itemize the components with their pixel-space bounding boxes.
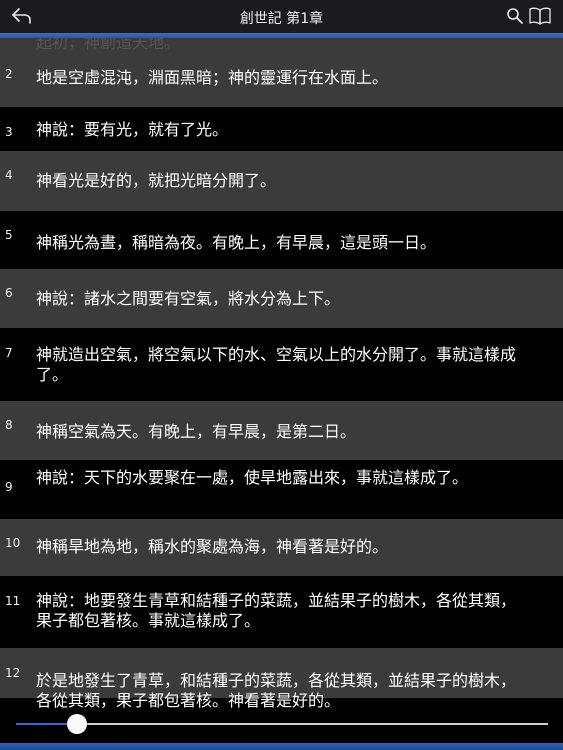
verse-number: 3 xyxy=(5,125,13,139)
chapter-title: 創世記 第1章 xyxy=(239,11,324,27)
slider-thumb[interactable] xyxy=(67,714,88,734)
verse-number: 6 xyxy=(5,286,13,300)
verse-number: 4 xyxy=(5,168,13,182)
verse-row[interactable]: 5 神稱光為晝，稱暗為夜。有晚上，有早晨，這是頭一日。 xyxy=(0,211,563,269)
verse-row[interactable]: 3 神說：要有光，就有了光。 xyxy=(0,107,563,151)
verse-text: 神稱旱地為地，稱水的聚處為海，神看著是好的。 xyxy=(36,537,389,556)
verse-list[interactable]: 2 地是空虛混沌，淵面黑暗；神的靈運行在水面上。 3 神說：要有光，就有了光。 4 神看光… xyxy=(0,50,563,710)
verse-text: 神看光是好的，就把光暗分開了。 xyxy=(36,171,277,190)
verse-number: 12 xyxy=(5,666,21,680)
verse-number: 2 xyxy=(5,67,13,81)
verse-row[interactable]: 8 神稱空氣為天。有晚上，有早晨，是第二日。 xyxy=(0,401,563,460)
verse-text: 神說：天下的水要聚在一處，使旱地露出來，事就這樣成了。 xyxy=(36,468,469,487)
verse-text: 神稱空氣為天。有晚上，有早晨，是第二日。 xyxy=(36,422,357,441)
navigation-bar: 創世記 第1章 xyxy=(0,0,563,33)
verse-number: 7 xyxy=(5,346,13,360)
slider-track xyxy=(16,723,548,725)
verse-row[interactable]: 12 於是地發生了青草，和結種子的菜蔬，各從其類，並結果子的樹木，各從其類，果子都… xyxy=(0,648,563,710)
verse-text: 地是空虛混沌，淵面黑暗；神的靈運行在水面上。 xyxy=(36,68,389,87)
open-book-icon[interactable] xyxy=(528,6,552,26)
verse-row[interactable]: 2 地是空虛混沌，淵面黑暗；神的靈運行在水面上。 xyxy=(0,50,563,107)
verse-number: 8 xyxy=(5,418,13,432)
verse-row[interactable]: 11 神說：地要發生青草和結種子的菜蔬，並結果子的樹木，各從其類，果子都包著核。事… xyxy=(0,576,563,648)
verse-row[interactable]: 7 神就造出空氣，將空氣以下的水、空氣以上的水分開了。事就這樣成了。 xyxy=(0,328,563,401)
verse-number: 11 xyxy=(5,594,21,608)
chapter-progress-slider[interactable] xyxy=(0,712,563,736)
verse-text: 神說：要有光，就有了光。 xyxy=(36,120,229,139)
verse-number: 10 xyxy=(5,536,21,550)
verse-text: 神就造出空氣，將空氣以下的水、空氣以上的水分開了。事就這樣成了。 xyxy=(36,345,517,384)
verse-text: 神說：諸水之間要有空氣，將水分為上下。 xyxy=(36,289,341,308)
verse-row[interactable]: 9 神說：天下的水要聚在一處，使旱地露出來，事就這樣成了。 xyxy=(0,460,563,519)
verse-row[interactable]: 4 神看光是好的，就把光暗分開了。 xyxy=(0,151,563,211)
verse-number: 5 xyxy=(5,228,13,242)
verse-number: 9 xyxy=(5,480,13,494)
previous-verse-peek: 起初，神創造天地。 xyxy=(0,38,563,50)
verse-text: 神稱光為晝，稱暗為夜。有晚上，有早晨，這是頭一日。 xyxy=(36,233,437,252)
verse-text: 神說：地要發生青草和結種子的菜蔬，並結果子的樹木，各從其類，果子都包著核。事就這… xyxy=(36,591,517,630)
search-icon[interactable] xyxy=(506,7,524,25)
header-accent-strip xyxy=(0,33,563,38)
verse-text: 於是地發生了青草，和結種子的菜蔬，各從其類，並結果子的樹木，各從其類，果子都包著… xyxy=(36,671,517,710)
verse-row[interactable]: 10 神稱旱地為地，稱水的聚處為海，神看著是好的。 xyxy=(0,519,563,576)
reader-screen: 創世記 第1章 起初，神創造天地。 2 地是空虛混沌，淵面黑暗；神的靈運行在水面上… xyxy=(0,0,563,750)
verse-row[interactable]: 6 神說：諸水之間要有空氣，將水分為上下。 xyxy=(0,269,563,328)
bottom-accent-strip xyxy=(0,743,563,750)
